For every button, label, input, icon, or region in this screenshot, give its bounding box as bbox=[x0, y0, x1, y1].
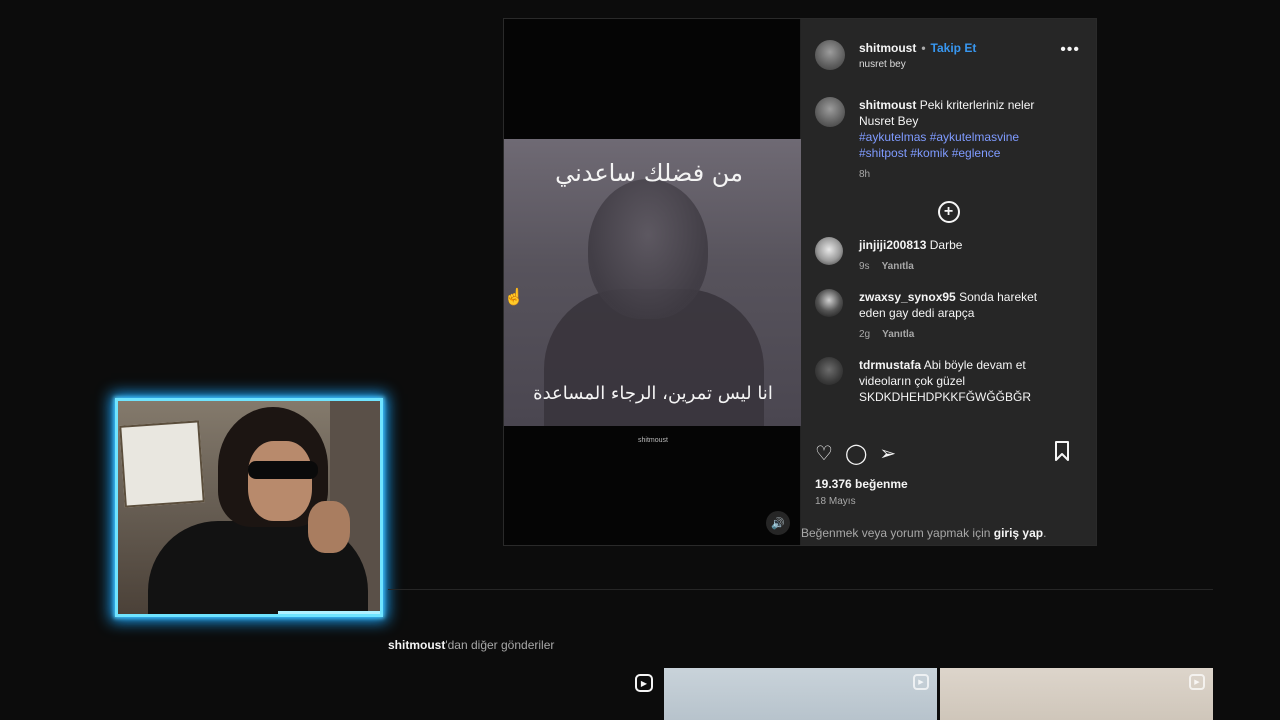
comment-item: tdrmustafa Abi böyle devam et videoların… bbox=[801, 357, 1096, 405]
comment-avatar[interactable] bbox=[815, 357, 843, 385]
comment-item: zwaxsy_synox95 Sonda hareket eden gay de… bbox=[801, 289, 1096, 343]
comment-avatar[interactable] bbox=[815, 289, 843, 317]
webcam-glow-bar bbox=[278, 611, 380, 614]
follow-button[interactable]: Takip Et bbox=[931, 41, 977, 55]
webcam-person-face bbox=[248, 441, 312, 521]
webcam-whiteboard bbox=[119, 420, 205, 508]
post-caption: shitmoust Peki kriterleriniz neler Nusre… bbox=[801, 83, 1096, 183]
webcam-overlay bbox=[115, 398, 383, 617]
speaker-icon: 🔊 bbox=[771, 517, 785, 530]
video-watermark: shitmoust bbox=[638, 437, 668, 444]
comment-item: jinjiji200813 Darbe 9s Yanıtla bbox=[801, 237, 1096, 275]
plus-circle-icon[interactable]: + bbox=[937, 201, 960, 223]
more-options-icon[interactable]: ••• bbox=[1060, 41, 1080, 59]
post-actions: ♡ ◯ ➢ bbox=[815, 441, 1082, 466]
hand-cursor-icon: ☝ bbox=[504, 289, 524, 306]
comment-avatar[interactable] bbox=[815, 237, 843, 265]
post-modal: من فضلك ساعدني انا ليس تمرين، الرجاء الم… bbox=[503, 18, 1097, 546]
post-header: shitmoust • Takip Et nusret bey ••• bbox=[801, 19, 1096, 83]
post-sidebar: shitmoust • Takip Et nusret bey ••• shit… bbox=[801, 19, 1096, 545]
reel-icon: ▶ bbox=[635, 674, 653, 692]
video-frame[interactable]: من فضلك ساعدني انا ليس تمرين، الرجاء الم… bbox=[504, 139, 802, 426]
comment-username[interactable]: zwaxsy_synox95 bbox=[859, 290, 956, 304]
more-posts-title: shitmoust'dan diğer gönderiler bbox=[388, 638, 554, 652]
comment-username[interactable]: jinjiji200813 bbox=[859, 238, 926, 252]
comment-text: Darbe bbox=[929, 238, 963, 252]
login-prompt-text: Beğenmek veya yorum yapmak için bbox=[801, 526, 994, 540]
webcam-person-sunglasses bbox=[248, 461, 318, 479]
caption-username[interactable]: shitmoust bbox=[859, 98, 916, 112]
page: من فضلك ساعدني انا ليس تمرين، الرجاء الم… bbox=[0, 0, 1280, 720]
author-avatar[interactable] bbox=[815, 40, 845, 70]
video-overlay-text-bottom: انا ليس تمرين، الرجاء المساعدة bbox=[533, 383, 773, 404]
share-icon[interactable]: ➢ bbox=[879, 441, 896, 466]
like-icon[interactable]: ♡ bbox=[815, 441, 833, 466]
webcam-person-hand bbox=[308, 501, 350, 553]
mute-button[interactable]: 🔊 bbox=[766, 511, 790, 535]
more-posts-owner[interactable]: shitmoust bbox=[388, 638, 445, 652]
section-divider bbox=[388, 589, 1213, 590]
comment-username[interactable]: tdrmustafa bbox=[859, 358, 921, 372]
reply-button[interactable]: Yanıtla bbox=[882, 259, 914, 275]
comment-time: 9s bbox=[859, 261, 870, 272]
reel-icon: ▶ bbox=[913, 674, 929, 690]
load-more-comments: + bbox=[801, 201, 1096, 223]
video-figure-head bbox=[588, 179, 708, 319]
comment-time: 2g bbox=[859, 329, 871, 340]
reel-icon: ▶ bbox=[1189, 674, 1205, 690]
author-username[interactable]: shitmoust bbox=[859, 41, 916, 55]
more-post-thumbnail[interactable]: ▶ bbox=[940, 668, 1213, 720]
more-post-thumbnail[interactable]: ▶ bbox=[664, 668, 937, 720]
save-bookmark-icon[interactable] bbox=[1054, 441, 1070, 466]
login-prompt: Beğenmek veya yorum yapmak için giriş ya… bbox=[801, 526, 1097, 540]
post-media[interactable]: من فضلك ساعدني انا ليس تمرين، الرجاء الم… bbox=[504, 19, 802, 545]
video-overlay-text-top: من فضلك ساعدني bbox=[555, 159, 743, 187]
post-date: 18 Mayıs bbox=[815, 496, 856, 507]
likes-count[interactable]: 19.376 beğenme bbox=[815, 477, 908, 491]
caption-time: 8h bbox=[859, 169, 871, 180]
login-prompt-suffix: . bbox=[1043, 526, 1047, 540]
reply-button[interactable]: Yanıtla bbox=[882, 327, 914, 343]
more-posts-suffix: 'dan diğer gönderiler bbox=[445, 638, 555, 652]
audio-label[interactable]: nusret bey bbox=[859, 59, 976, 70]
caption-avatar[interactable] bbox=[815, 97, 845, 127]
login-link[interactable]: giriş yap bbox=[994, 526, 1043, 540]
separator-dot: • bbox=[921, 40, 926, 55]
comment-icon[interactable]: ◯ bbox=[845, 441, 867, 466]
caption-hashtags[interactable]: #aykutelmas #aykutelmasvine #shitpost #k… bbox=[859, 129, 1059, 161]
